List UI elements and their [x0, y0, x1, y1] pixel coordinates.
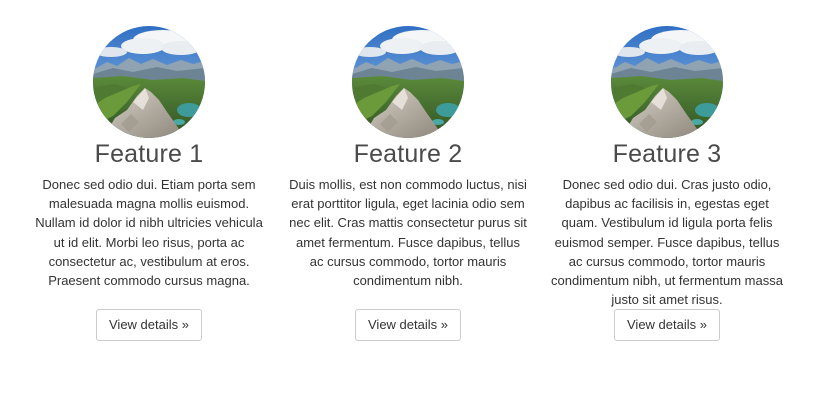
mountain-landscape-image	[611, 26, 723, 138]
feature-description: Donec sed odio dui. Etiam porta sem male…	[35, 177, 263, 289]
feature-card-1: Feature 1 Donec sed odio dui. Etiam port…	[29, 26, 269, 341]
feature-card-2: Feature 2 Duis mollis, est non commodo l…	[288, 26, 528, 341]
feature-image	[352, 26, 464, 138]
view-details-button[interactable]: View details »	[614, 309, 720, 341]
feature-image	[93, 26, 205, 138]
feature-description: Donec sed odio dui. Cras justo odio, dap…	[551, 177, 783, 308]
feature-image	[611, 26, 723, 138]
view-details-button[interactable]: View details »	[355, 309, 461, 341]
feature-card-3: Feature 3 Donec sed odio dui. Cras justo…	[547, 26, 787, 341]
feature-description: Duis mollis, est non commodo luctus, nis…	[289, 177, 527, 289]
mountain-landscape-image	[352, 26, 464, 138]
mountain-landscape-image	[93, 26, 205, 138]
feature-title: Feature 2	[353, 140, 463, 168]
view-details-button[interactable]: View details »	[96, 309, 202, 341]
features-section: Feature 1 Donec sed odio dui. Etiam port…	[0, 0, 819, 400]
feature-title: Feature 1	[94, 140, 204, 168]
feature-title: Feature 3	[612, 140, 722, 168]
